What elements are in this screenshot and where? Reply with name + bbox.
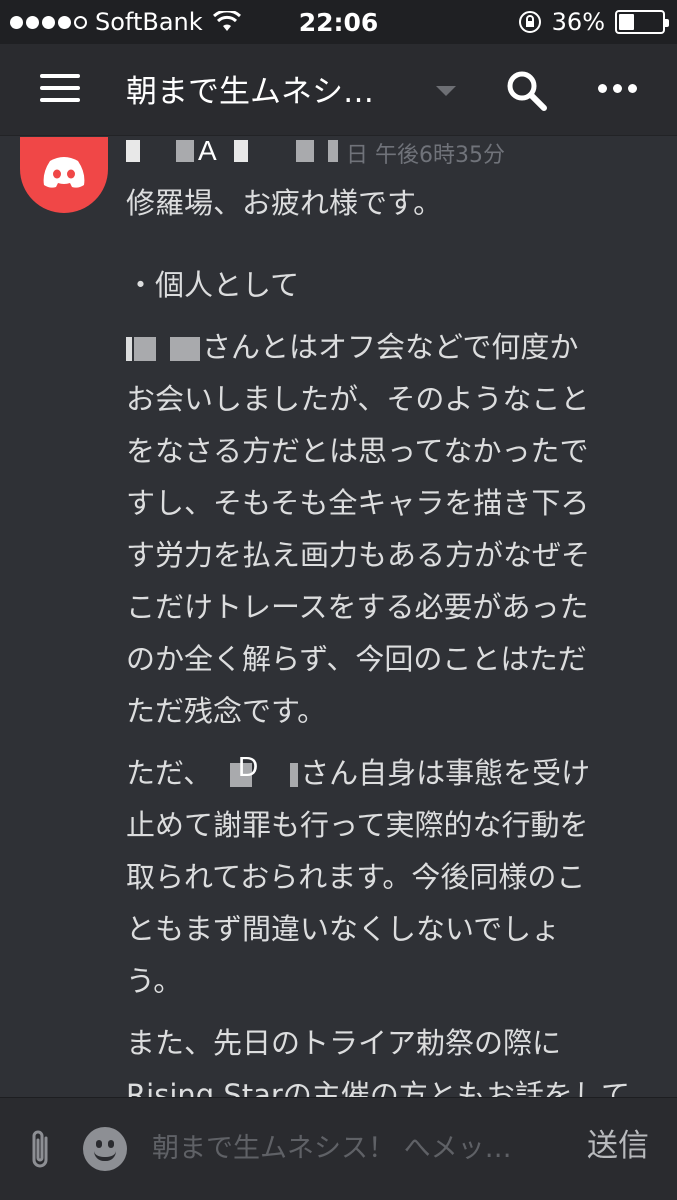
message-line: ともまず間違いなくしないでしょ [126,912,561,946]
redaction [328,140,338,162]
message-line: 取られておられます。今後同様のこ [126,860,586,894]
redaction [234,140,248,162]
message-line: をなさる方だとは思ってなかったで [126,434,589,468]
redaction [176,140,194,162]
avatar[interactable] [20,137,108,213]
message-line: す労力を払え画力もある方がなぜそ [126,538,591,572]
message-line: ・個人として [126,268,300,302]
message-body: 修羅場、お疲れ様です。 ・個人として さんとはオフ会などで何度か お会いしました… [126,177,656,1097]
message-line: のか全く解らず、今回のことはただ [126,642,587,676]
channel-title[interactable]: 朝まで生ムネシ… [126,66,374,111]
emoji-icon[interactable] [83,1127,127,1171]
battery-percent: 36% [551,8,605,36]
message-line-text: ただ、 [126,756,213,790]
author-name[interactable] [126,137,338,165]
redaction [134,337,156,361]
message-line-text: さん自身は事態を受け [300,756,591,790]
send-button[interactable]: 送信 [587,1120,649,1165]
redaction [290,763,299,787]
message-line: ただ、 さん自身は事態を受け D [126,747,656,799]
message-timestamp: 日 午後6時35分 [346,143,505,168]
author-label: A [198,137,217,166]
redaction [126,337,132,361]
message-line: 修羅場、お疲れ様です。 [126,186,443,220]
message-line: お会いしましたが、そのようなこと [126,382,590,416]
channel-header: 朝まで生ムネシ… [0,44,677,136]
rotation-lock-icon [518,11,541,33]
message-input[interactable] [152,1124,570,1172]
battery-icon [615,10,669,34]
message-line: 止めて謝罪も行って実際的な行動を [126,808,589,842]
redaction [170,337,200,361]
message-line: すし、そもそも全キャラを描き下ろ [126,486,590,520]
message-line: また、先日のトライア勅祭の際に [126,1026,562,1060]
message-line: こだけトレースをする必要があった [126,590,589,624]
message-line: さんとはオフ会などで何度か [126,321,656,373]
paperclip-icon[interactable] [26,1128,56,1172]
message-line: Rising Starの主催の方ともお話をして [126,1078,630,1097]
status-right: 36% [518,8,669,36]
message-list: A 日 午後6時35分 修羅場、お疲れ様です。 ・個人として さんとはオフ会など… [0,137,677,1097]
message-line: う。 [126,964,183,998]
hamburger-icon[interactable] [40,74,80,106]
caret-down-icon[interactable] [436,86,456,96]
discord-logo-icon [43,157,85,188]
message-input-bar: 送信 [0,1097,677,1200]
redaction [126,140,140,162]
inline-label: D [238,751,259,782]
message-line: ただ残念です。 [126,694,327,728]
search-icon[interactable] [504,68,548,112]
redaction [296,140,314,162]
status-bar: SoftBank 22:06 36% [0,0,677,44]
more-icon[interactable] [598,84,637,93]
message-line-text: さんとはオフ会などで何度か [202,330,579,364]
